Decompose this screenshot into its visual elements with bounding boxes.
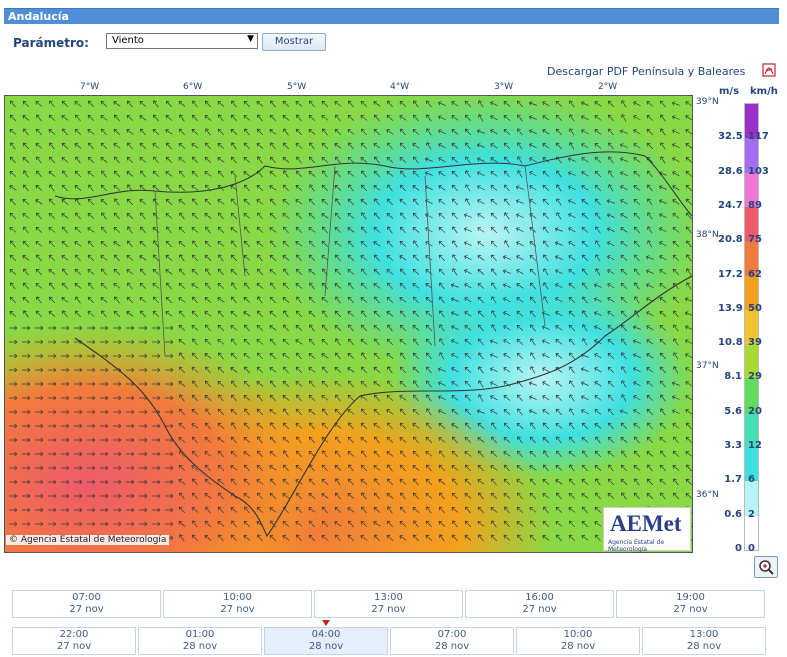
time-slot[interactable]: 01:00 28 nov xyxy=(138,627,262,655)
time-slot-date: 28 nov xyxy=(434,641,470,652)
copyright-text: © Agencia Estatal de Meteorología xyxy=(6,535,170,545)
time-slot-date: 27 nov xyxy=(69,604,104,615)
parameter-select-value: Viento xyxy=(112,35,144,46)
magnifier-icon xyxy=(759,560,774,575)
time-slot-time: 07:00 xyxy=(72,592,101,603)
legend-ms-value: 5.6 xyxy=(724,405,742,417)
time-slot-time: 13:00 xyxy=(374,592,403,603)
legend-ms-value: 0 xyxy=(735,543,742,554)
time-slot-time: 16:00 xyxy=(525,592,554,603)
latitude-label: 38°N xyxy=(696,230,719,240)
time-slot-time: 19:00 xyxy=(676,592,705,603)
legend-ms-value: 13.9 xyxy=(718,302,743,314)
longitude-label: 6°W xyxy=(183,82,203,92)
legend-ms-value: 32.5 xyxy=(718,131,743,143)
time-slot[interactable]: 07:00 27 nov xyxy=(12,590,161,618)
time-slot-date: 27 nov xyxy=(56,641,92,652)
map-strong-atlantic xyxy=(5,96,692,552)
region-title-bar: Andalucía xyxy=(4,8,779,24)
time-slot[interactable]: 13:00 27 nov xyxy=(314,590,463,618)
longitude-label: 5°W xyxy=(287,82,307,92)
time-slot-date: 27 nov xyxy=(522,604,557,615)
aemet-logo: AEMet Agencia Estatal de Meteorología xyxy=(603,507,691,553)
latitude-label: 36°N xyxy=(696,490,719,500)
legend-kmh-value: 117 xyxy=(748,131,769,143)
time-slot-time: 07:00 xyxy=(437,629,467,640)
legend-kmh-value: 103 xyxy=(748,165,769,177)
show-button[interactable]: Mostrar xyxy=(262,33,326,51)
legend-kmh-value: 62 xyxy=(748,268,762,280)
latitude-label: 37°N xyxy=(696,361,719,371)
legend-kmh-value: 50 xyxy=(748,302,762,314)
logo-subtitle: Agencia Estatal de Meteorología xyxy=(608,539,665,553)
legend-kmh-value: 0 xyxy=(748,543,755,554)
legend-kmh-value: 75 xyxy=(748,234,762,246)
time-slot[interactable]: 13:00 28 nov xyxy=(642,627,766,655)
time-slot-time: 13:00 xyxy=(689,629,719,640)
legend-ms-value: 17.2 xyxy=(718,268,743,280)
time-slot[interactable]: 16:00 27 nov xyxy=(465,590,614,618)
legend-kmh-value: 20 xyxy=(748,405,762,417)
legend-kmh-value: 29 xyxy=(748,371,762,383)
wind-map[interactable] xyxy=(4,95,693,553)
legend-ms-value: 0.6 xyxy=(724,508,742,520)
time-slot[interactable]: 10:00 27 nov xyxy=(163,590,312,618)
time-slot-time: 22:00 xyxy=(59,629,89,640)
region-title: Andalucía xyxy=(8,10,69,23)
longitude-label: 4°W xyxy=(390,82,410,92)
time-slot-date: 27 nov xyxy=(673,604,708,615)
legend-kmh-value: 39 xyxy=(748,337,762,349)
unit-ms: m/s xyxy=(719,86,740,97)
legend-ms-value: 20.8 xyxy=(718,234,743,246)
legend-ms-value: 24.7 xyxy=(718,199,743,211)
parameter-select[interactable]: Viento ▼ xyxy=(106,33,258,49)
unit-kmh: km/h xyxy=(750,86,778,97)
legend-ms-value: 28.6 xyxy=(718,165,743,177)
legend-kmh-value: 6 xyxy=(748,474,755,486)
legend-kmh-value: 2 xyxy=(748,508,755,520)
time-slot-date: 28 nov xyxy=(182,641,218,652)
pdf-icon[interactable] xyxy=(762,63,776,77)
download-pdf-link[interactable]: Descargar PDF Península y Baleares xyxy=(547,65,745,78)
zoom-button[interactable] xyxy=(754,556,778,578)
time-slot[interactable]: 22:00 27 nov xyxy=(12,627,136,655)
longitude-label: 2°W xyxy=(598,82,618,92)
parameter-label: Parámetro: xyxy=(13,36,89,50)
time-slot-time: 01:00 xyxy=(185,629,215,640)
legend-ms-value: 10.8 xyxy=(718,337,743,349)
legend-kmh-value: 12 xyxy=(748,440,762,452)
active-time-marker xyxy=(322,620,330,626)
time-slot[interactable]: 04:00 28 nov xyxy=(264,627,388,655)
time-slot-date: 28 nov xyxy=(686,641,722,652)
time-slot[interactable]: 07:00 28 nov xyxy=(390,627,514,655)
time-slot-date: 27 nov xyxy=(220,604,255,615)
logo-word: AEMet xyxy=(610,511,682,536)
time-slot-date: 27 nov xyxy=(371,604,406,615)
legend-ms-value: 1.7 xyxy=(724,474,742,486)
legend-kmh-value: 89 xyxy=(748,199,762,211)
longitude-label: 7°W xyxy=(80,82,100,92)
longitude-label: 3°W xyxy=(494,82,514,92)
legend-ms-value: 3.3 xyxy=(724,440,742,452)
legend-ms-value: 8.1 xyxy=(724,371,742,383)
time-slot-time: 04:00 xyxy=(311,629,341,640)
chevron-down-icon: ▼ xyxy=(247,34,254,44)
latitude-label: 39°N xyxy=(696,97,719,107)
time-slot[interactable]: 10:00 28 nov xyxy=(516,627,640,655)
time-slot-date: 28 nov xyxy=(560,641,596,652)
time-slot-date: 28 nov xyxy=(308,641,344,652)
time-slot-time: 10:00 xyxy=(223,592,252,603)
time-slot[interactable]: 19:00 27 nov xyxy=(616,590,765,618)
time-slot-time: 10:00 xyxy=(563,629,593,640)
